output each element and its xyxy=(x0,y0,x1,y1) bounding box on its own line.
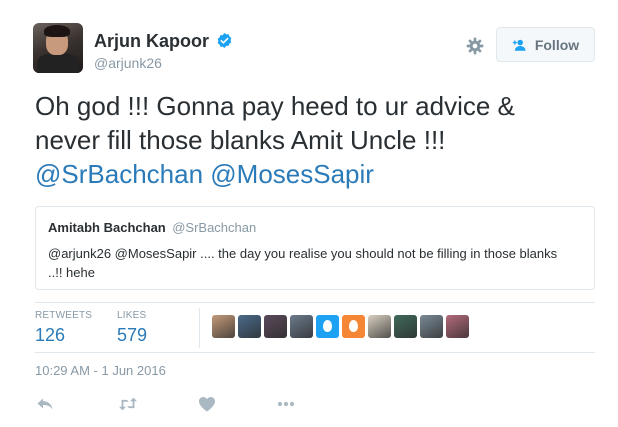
avatar-hair-shape xyxy=(44,25,70,37)
tweet-text-line-2: never fill those blanks Amit Uncle !!! xyxy=(35,125,446,155)
stats-top-divider xyxy=(35,302,595,303)
liker-avatar-8[interactable] xyxy=(394,315,417,338)
liker-avatar-4[interactable] xyxy=(290,315,313,338)
liker-avatars xyxy=(212,315,469,338)
heart-icon[interactable] xyxy=(197,395,217,413)
quoted-author-handle: @SrBachchan xyxy=(172,220,257,235)
stats-separator xyxy=(199,308,200,348)
tweet-mentions: @SrBachchan @MosesSapir xyxy=(35,157,595,191)
author-info: Arjun Kapoor @arjunk26 xyxy=(94,31,233,71)
gear-icon[interactable] xyxy=(465,36,485,56)
retweets-label: RETWEETS xyxy=(35,310,93,321)
author-display-name[interactable]: Arjun Kapoor xyxy=(94,31,209,52)
quoted-tweet-text: @arjunk26 @MosesSapir .... the day you r… xyxy=(48,246,558,280)
likes-label: LIKES xyxy=(117,310,147,321)
follow-button-label: Follow xyxy=(534,36,580,53)
stats-bottom-divider xyxy=(35,352,595,353)
profile-avatar[interactable] xyxy=(33,23,83,73)
tweet-text: Oh god !!! Gonna pay heed to ur advice &… xyxy=(35,89,595,191)
more-dots-icon[interactable] xyxy=(276,395,296,413)
liker-avatar-1[interactable] xyxy=(212,315,235,338)
avatar-body-shape xyxy=(37,53,79,73)
liker-avatar-3[interactable] xyxy=(264,315,287,338)
likes-count: 579 xyxy=(117,325,148,345)
mention-link-srbachchan[interactable]: @SrBachchan xyxy=(35,159,203,189)
liker-avatar-10[interactable] xyxy=(446,315,469,338)
retweet-icon[interactable] xyxy=(117,395,139,413)
follow-button[interactable]: Follow xyxy=(496,27,595,62)
mention-link-mosessapir[interactable]: @MosesSapir xyxy=(210,159,374,189)
liker-avatar-egg-blue[interactable] xyxy=(316,315,339,338)
verified-badge-icon xyxy=(218,33,232,48)
liker-avatar-7[interactable] xyxy=(368,315,391,338)
likes-stat[interactable]: LIKES 579 xyxy=(117,310,147,346)
liker-avatar-2[interactable] xyxy=(238,315,261,338)
quoted-tweet-card[interactable]: Amitabh Bachchan @SrBachchan @arjunk26 @… xyxy=(35,206,595,290)
tweet-text-line-1: Oh god !!! Gonna pay heed to ur advice & xyxy=(35,91,515,121)
liker-avatar-9[interactable] xyxy=(420,315,443,338)
quoted-author-name: Amitabh Bachchan xyxy=(48,220,166,235)
quoted-tweet-header: Amitabh Bachchan @SrBachchan xyxy=(48,219,582,237)
tweet-timestamp[interactable]: 10:29 AM - 1 Jun 2016 xyxy=(35,363,166,378)
liker-avatar-egg-orange[interactable] xyxy=(342,315,365,338)
reply-icon[interactable] xyxy=(35,395,55,413)
follow-person-plus-icon xyxy=(512,39,526,51)
author-handle[interactable]: @arjunk26 xyxy=(94,55,233,71)
retweets-count: 126 xyxy=(35,325,66,345)
retweets-stat[interactable]: RETWEETS 126 xyxy=(35,310,92,346)
